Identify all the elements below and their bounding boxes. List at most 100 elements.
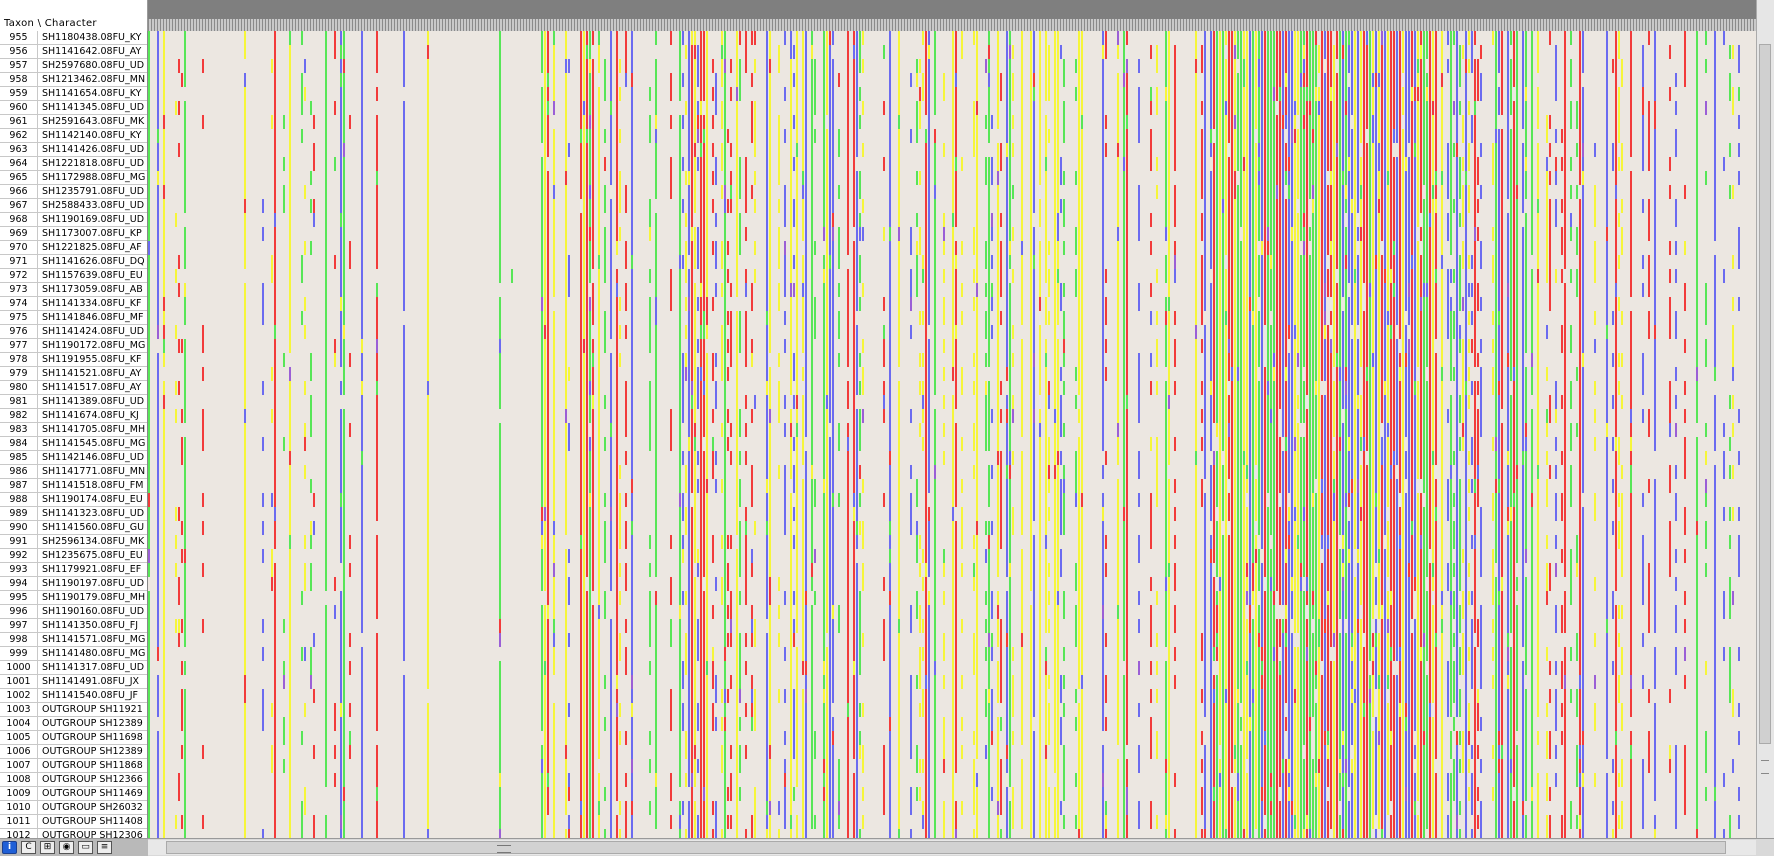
matrix-cell[interactable] xyxy=(910,283,912,297)
matrix-cell[interactable] xyxy=(670,437,672,451)
matrix-cell[interactable] xyxy=(544,479,546,493)
matrix-cell[interactable] xyxy=(811,325,813,339)
matrix-cell[interactable] xyxy=(706,129,708,143)
matrix-cell[interactable] xyxy=(706,157,708,171)
matrix-cell[interactable] xyxy=(625,801,627,815)
matrix-cell[interactable] xyxy=(679,45,681,59)
matrix-cell[interactable] xyxy=(340,87,342,101)
matrix-cell[interactable] xyxy=(181,409,183,423)
matrix-cell[interactable] xyxy=(427,535,429,549)
matrix-cell[interactable] xyxy=(694,115,696,129)
taxon-name[interactable]: SH1142140.08FU_KY xyxy=(38,129,147,142)
matrix-cell[interactable] xyxy=(361,521,363,535)
matrix-cell[interactable] xyxy=(853,633,855,647)
matrix-cell[interactable] xyxy=(829,801,831,815)
taxon-name[interactable]: SH1141571.08FU_MG xyxy=(38,633,147,646)
taxon-name[interactable]: OUTGROUP SH12389 xyxy=(38,717,147,730)
matrix-cell[interactable] xyxy=(826,87,828,101)
matrix-cell[interactable] xyxy=(598,171,600,185)
matrix-cell[interactable] xyxy=(343,157,345,171)
matrix-cell[interactable] xyxy=(943,423,945,437)
matrix-cell[interactable] xyxy=(565,493,567,507)
matrix-cell[interactable] xyxy=(853,465,855,479)
matrix-cell[interactable] xyxy=(1030,745,1032,759)
matrix-cell[interactable] xyxy=(823,297,825,311)
matrix-cell[interactable] xyxy=(553,521,555,535)
matrix-cell[interactable] xyxy=(343,507,345,521)
matrix-cell[interactable] xyxy=(955,591,957,605)
matrix-cell[interactable] xyxy=(985,395,987,409)
matrix-cell[interactable] xyxy=(943,87,945,101)
matrix-cell[interactable] xyxy=(553,661,555,675)
matrix-cell[interactable] xyxy=(859,493,861,507)
matrix-cell[interactable] xyxy=(655,101,657,115)
matrix-cell[interactable] xyxy=(148,815,150,829)
matrix-cell[interactable] xyxy=(802,255,804,269)
matrix-cell[interactable] xyxy=(403,675,405,689)
matrix-cell[interactable] xyxy=(1012,521,1014,535)
matrix-cell[interactable] xyxy=(769,45,771,59)
matrix-cell[interactable] xyxy=(334,577,336,591)
matrix-cell[interactable] xyxy=(802,297,804,311)
matrix-cell[interactable] xyxy=(811,59,813,73)
matrix-cell[interactable] xyxy=(976,577,978,591)
matrix-cell[interactable] xyxy=(796,605,798,619)
matrix-cell[interactable] xyxy=(952,521,954,535)
matrix-cell[interactable] xyxy=(952,703,954,717)
matrix-cell[interactable] xyxy=(688,759,690,773)
matrix-cell[interactable] xyxy=(691,801,693,815)
matrix-cell[interactable] xyxy=(832,675,834,689)
matrix-cell[interactable] xyxy=(724,815,726,829)
matrix-cell[interactable] xyxy=(610,619,612,633)
matrix-cell[interactable] xyxy=(823,353,825,367)
matrix-cell[interactable] xyxy=(586,395,588,409)
matrix-cell[interactable] xyxy=(679,31,681,45)
matrix-cell[interactable] xyxy=(163,255,165,269)
matrix-cell[interactable] xyxy=(724,325,726,339)
matrix-cell[interactable] xyxy=(376,241,378,255)
matrix-cell[interactable] xyxy=(541,269,543,283)
matrix-cell[interactable] xyxy=(580,507,582,521)
matrix-cell[interactable] xyxy=(541,45,543,59)
matrix-cell[interactable] xyxy=(724,59,726,73)
matrix-cell[interactable] xyxy=(694,535,696,549)
matrix-cell[interactable] xyxy=(148,437,150,451)
matrix-cell[interactable] xyxy=(832,185,834,199)
matrix-cell[interactable] xyxy=(598,493,600,507)
matrix-cell[interactable] xyxy=(736,269,738,283)
matrix-cell[interactable] xyxy=(1030,759,1032,773)
matrix-cell[interactable] xyxy=(616,143,618,157)
matrix-cell[interactable] xyxy=(847,619,849,633)
matrix-cell[interactable] xyxy=(679,465,681,479)
matrix-cell[interactable] xyxy=(598,395,600,409)
matrix-cell[interactable] xyxy=(583,647,585,661)
matrix-cell[interactable] xyxy=(814,549,816,563)
matrix-cell[interactable] xyxy=(361,675,363,689)
matrix-cell[interactable] xyxy=(934,311,936,325)
matrix-cell[interactable] xyxy=(184,563,186,577)
matrix-cell[interactable] xyxy=(553,185,555,199)
matrix-cell[interactable] xyxy=(943,591,945,605)
matrix-cell[interactable] xyxy=(202,367,204,381)
matrix-cell[interactable] xyxy=(1030,535,1032,549)
matrix-cell[interactable] xyxy=(376,87,378,101)
matrix-cell[interactable] xyxy=(289,143,291,157)
matrix-cell[interactable] xyxy=(847,241,849,255)
matrix-cell[interactable] xyxy=(544,703,546,717)
matrix-cell[interactable] xyxy=(1030,255,1032,269)
matrix-cell[interactable] xyxy=(790,787,792,801)
matrix-cell[interactable] xyxy=(688,605,690,619)
matrix-cell[interactable] xyxy=(823,185,825,199)
matrix-cell[interactable] xyxy=(541,619,543,633)
matrix-cell[interactable] xyxy=(1000,479,1002,493)
matrix-cell[interactable] xyxy=(805,241,807,255)
matrix-cell[interactable] xyxy=(784,479,786,493)
matrix-cell[interactable] xyxy=(832,745,834,759)
matrix-cell[interactable] xyxy=(1006,87,1008,101)
matrix-cell[interactable] xyxy=(898,465,900,479)
matrix-cell[interactable] xyxy=(829,325,831,339)
matrix-cell[interactable] xyxy=(955,381,957,395)
matrix-cell[interactable] xyxy=(1009,45,1011,59)
matrix-cell[interactable] xyxy=(541,339,543,353)
matrix-cell[interactable] xyxy=(700,479,702,493)
